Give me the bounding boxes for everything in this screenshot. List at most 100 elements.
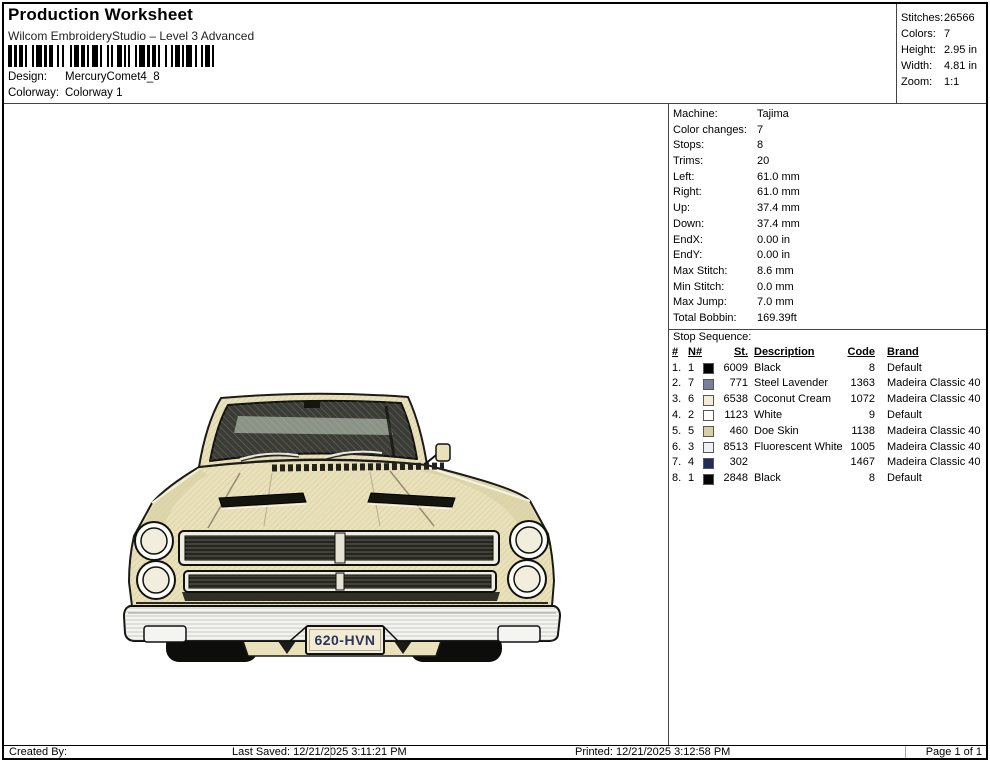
- swatch-cell: [703, 426, 717, 437]
- info-row: Max Stitch:8.6 mm: [673, 264, 986, 280]
- seq-brand: Default: [875, 471, 922, 487]
- info-row-label: Down:: [673, 217, 757, 233]
- stat-row-label: Colors:: [901, 26, 944, 42]
- seq-thread-num: 3: [688, 440, 703, 456]
- col-thread: N#: [688, 345, 703, 361]
- stat-row-value: 1:1: [944, 76, 959, 88]
- seq-description: White: [748, 408, 847, 424]
- info-row-label: Total Bobbin:: [673, 311, 757, 327]
- info-row: Trims:20: [673, 154, 986, 170]
- swatch-cell: [703, 474, 717, 485]
- stop-sequence-row: 4.21123White9Default: [672, 408, 986, 424]
- info-row: Down:37.4 mm: [673, 217, 986, 233]
- footer-separator: [905, 746, 906, 759]
- stat-row: Height:2.95 in: [901, 42, 985, 58]
- info-row-value: 37.4 mm: [757, 218, 800, 230]
- info-row-value: 61.0 mm: [757, 171, 800, 183]
- seq-stitch-num: 6009: [717, 361, 748, 377]
- stop-sequence-row: 5.5460Doe Skin1138Madeira Classic 40: [672, 424, 986, 440]
- seq-num: 2.: [672, 376, 688, 392]
- seq-code: 1467: [847, 455, 875, 471]
- stat-row-label: Zoom:: [901, 74, 944, 90]
- info-row-value: 7.0 mm: [757, 296, 794, 308]
- stop-sequence-row: 6.38513Fluorescent White1005Madeira Clas…: [672, 440, 986, 456]
- design-barcode: [8, 45, 221, 67]
- seq-num: 8.: [672, 471, 688, 487]
- info-row-value: 61.0 mm: [757, 186, 800, 198]
- stat-row-label: Height:: [901, 42, 944, 58]
- seq-num: 5.: [672, 424, 688, 440]
- seq-brand: Default: [875, 408, 922, 424]
- seq-thread-num: 5: [688, 424, 703, 440]
- seq-thread-num: 7: [688, 376, 703, 392]
- swatch-cell: [703, 379, 717, 390]
- info-row-value: 20: [757, 155, 769, 167]
- seq-code: 1072: [847, 392, 875, 408]
- app-version-subtitle: Wilcom EmbroideryStudio – Level 3 Advanc…: [8, 29, 254, 43]
- footer-created-by: Created By:: [9, 746, 67, 759]
- thread-color-swatch: [703, 363, 714, 374]
- stop-sequence-row: 7.43021467Madeira Classic 40: [672, 455, 986, 471]
- info-row-label: Max Jump:: [673, 295, 757, 311]
- stop-sequence-table: # N# St. Description Code Brand 1.16009B…: [669, 345, 986, 487]
- footer-page-number: Page 1 of 1: [926, 746, 982, 759]
- info-row-label: Color changes:: [673, 123, 757, 139]
- swatch-cell: [703, 410, 717, 421]
- col-description: Description: [748, 345, 847, 361]
- seq-thread-num: 2: [688, 408, 703, 424]
- seq-stitch-num: 8513: [717, 440, 748, 456]
- swatch-cell: [703, 458, 717, 469]
- seq-thread-num: 4: [688, 455, 703, 471]
- col-num: #: [672, 345, 688, 361]
- stat-row: Stitches:26566: [901, 10, 985, 26]
- stop-sequence-header: # N# St. Description Code Brand: [672, 345, 986, 361]
- seq-code: 9: [847, 408, 875, 424]
- side-mirror: [425, 444, 450, 464]
- seq-stitch-num: 302: [717, 455, 748, 471]
- seq-thread-num: 6: [688, 392, 703, 408]
- info-row: Right:61.0 mm: [673, 185, 986, 201]
- design-stats-box: Stitches:26566Colors:7 Height:2.95 inWidt…: [897, 4, 985, 103]
- seq-code: 8: [847, 361, 875, 377]
- design-preview-area: 620-HVN: [4, 104, 668, 745]
- stat-row-value: 4.81 in: [944, 60, 977, 72]
- info-row: Max Jump:7.0 mm: [673, 295, 986, 311]
- thread-color-swatch: [703, 442, 714, 453]
- seq-description: Coconut Cream: [748, 392, 847, 408]
- thread-color-swatch: [703, 410, 714, 421]
- info-row-value: 8.6 mm: [757, 265, 794, 277]
- info-row-value: 7: [757, 124, 763, 136]
- stat-row-label: Width:: [901, 58, 944, 74]
- seq-stitch-num: 6538: [717, 392, 748, 408]
- seq-description: Black: [748, 361, 847, 377]
- info-row: Machine:Tajima: [673, 107, 986, 123]
- info-row: EndY:0.00 in: [673, 248, 986, 264]
- footer-last-saved: Last Saved: 12/21/2025 3:11:21 PM: [232, 746, 407, 759]
- stat-row: Zoom:1:1: [901, 74, 985, 90]
- seq-code: 1005: [847, 440, 875, 456]
- seq-brand: Madeira Classic 40: [875, 455, 981, 471]
- grille-lower: [184, 571, 496, 592]
- info-row-value: 0.00 in: [757, 234, 790, 246]
- info-row-label: Trims:: [673, 154, 757, 170]
- seq-description: Doe Skin: [748, 424, 847, 440]
- machine-info-panel: Machine:TajimaColor changes:7Stops:8Trim…: [669, 104, 986, 745]
- stat-row-value: 26566: [944, 12, 975, 24]
- design-value: MercuryComet4_8: [65, 71, 160, 83]
- info-row-label: EndY:: [673, 248, 757, 264]
- bumper-guard-left: [144, 626, 186, 642]
- seq-brand: Madeira Classic 40: [875, 424, 981, 440]
- stop-sequence-row: 1.16009Black8Default: [672, 361, 986, 377]
- seq-num: 1.: [672, 361, 688, 377]
- grille-upper: [179, 531, 499, 565]
- info-row-value: 8: [757, 139, 763, 151]
- seq-brand: Madeira Classic 40: [875, 376, 981, 392]
- production-worksheet-page: Production Worksheet Wilcom EmbroiderySt…: [0, 0, 990, 762]
- info-row: EndX:0.00 in: [673, 233, 986, 249]
- seq-num: 4.: [672, 408, 688, 424]
- license-plate-text: 620-HVN: [314, 632, 375, 648]
- stat-row-value: 7: [944, 28, 950, 40]
- info-row-label: Min Stitch:: [673, 280, 757, 296]
- seq-thread-num: 1: [688, 361, 703, 377]
- seq-description: Black: [748, 471, 847, 487]
